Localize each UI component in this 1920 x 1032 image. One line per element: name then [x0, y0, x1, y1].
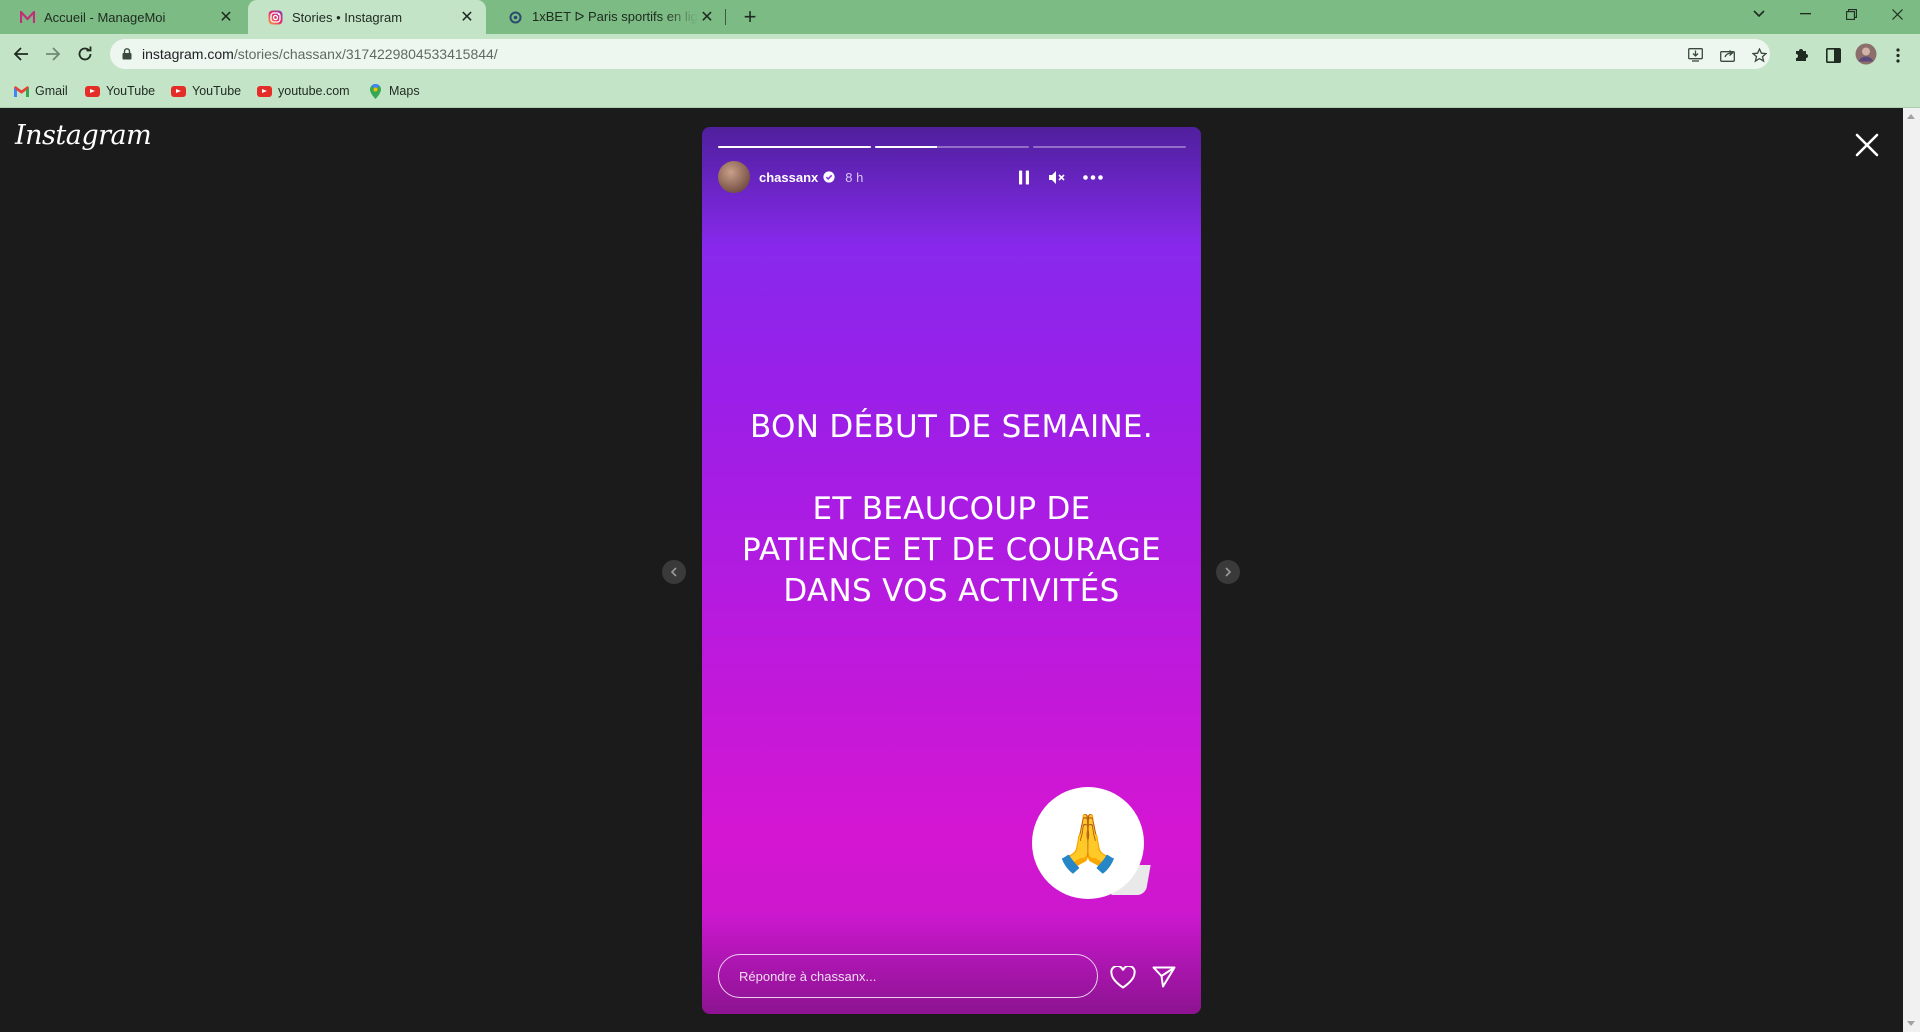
pause-button[interactable] — [1013, 166, 1035, 188]
bookmark-youtube[interactable]: YouTube — [84, 81, 155, 101]
bookmark-maps[interactable]: Maps — [367, 81, 420, 101]
story-card[interactable]: chassanx 8 h BON DÉBUT DE SEMAINE. ET BE… — [702, 127, 1201, 1014]
instagram-icon — [268, 10, 283, 25]
reload-icon[interactable] — [71, 40, 99, 68]
like-button[interactable] — [1109, 963, 1137, 991]
reply-field[interactable] — [718, 954, 1098, 998]
more-options-button[interactable] — [1080, 166, 1106, 188]
tab-instagram-stories[interactable]: Stories • Instagram ✕ — [248, 0, 486, 34]
chevron-right-icon — [1225, 567, 1232, 577]
bookmarks-bar: Gmail YouTube YouTube youtube.com Maps — [0, 74, 1920, 108]
pause-icon — [1019, 170, 1029, 184]
praying-hands-emoji: 🙏 — [1032, 787, 1144, 899]
story-progress-bar — [718, 146, 1186, 148]
forward-arrow-icon[interactable] — [39, 40, 67, 68]
close-tab-icon[interactable]: ✕ — [698, 8, 716, 26]
muted-speaker-icon — [1049, 170, 1065, 184]
restore-icon[interactable] — [1828, 0, 1874, 28]
story-text-line2: ET BEAUCOUP DE PATIENCE ET DE COURAGE DA… — [741, 491, 1162, 609]
close-tab-icon[interactable]: ✕ — [217, 8, 235, 26]
tab-label: Stories • Instagram — [292, 9, 403, 25]
emoji-sticker: 🙏 — [1032, 787, 1151, 899]
tab-label: Accueil - ManageMoi — [44, 9, 166, 25]
story-user-avatar[interactable] — [718, 161, 750, 193]
progress-segment — [875, 146, 1029, 148]
bookmark-youtube[interactable]: YouTube — [170, 81, 241, 101]
tab-strip: Accueil - ManageMoi ✕ Stories • Instagra… — [0, 0, 1920, 34]
back-arrow-icon[interactable] — [7, 40, 35, 68]
instagram-logo[interactable]: Instagram — [15, 120, 152, 151]
youtube-icon — [84, 85, 100, 97]
maps-icon — [367, 83, 383, 99]
url-text: instagram.com/stories/chassanx/317422980… — [142, 46, 498, 62]
progress-segment — [718, 146, 872, 148]
more-horizontal-icon — [1083, 174, 1103, 180]
share-story-button[interactable] — [1150, 963, 1178, 991]
close-tab-icon[interactable]: ✕ — [458, 8, 476, 26]
share-icon[interactable] — [1718, 46, 1736, 64]
send-paper-plane-icon — [1152, 966, 1176, 988]
tab-separator — [725, 9, 726, 25]
bookmark-youtube-com[interactable]: youtube.com — [256, 81, 350, 101]
previous-story-button[interactable] — [662, 560, 686, 584]
chrome-menu-icon[interactable] — [1888, 45, 1908, 65]
story-timestamp: 8 h — [845, 169, 864, 185]
browser-toolbar: instagram.com/stories/chassanx/317422980… — [0, 34, 1920, 74]
scroll-down-icon[interactable] — [1907, 1021, 1915, 1026]
address-bar[interactable]: instagram.com/stories/chassanx/317422980… — [110, 39, 1770, 69]
tab-1xbet[interactable]: 1xBET ᐅ Paris sportifs en ligne ᐅ ✕ — [488, 0, 726, 34]
reply-input[interactable] — [739, 968, 1097, 984]
extensions-puzzle-icon[interactable] — [1791, 45, 1811, 65]
1xbet-icon — [508, 10, 523, 25]
side-panel-icon[interactable] — [1823, 45, 1843, 65]
chevron-left-icon — [670, 567, 677, 577]
lock-icon[interactable] — [122, 48, 132, 60]
new-tab-button[interactable]: + — [736, 3, 764, 31]
managemoi-m-icon — [20, 10, 35, 25]
mute-button[interactable] — [1046, 166, 1068, 188]
page-scrollbar[interactable] — [1903, 108, 1920, 1032]
youtube-icon — [170, 85, 186, 97]
progress-segment — [1032, 146, 1186, 148]
story-text-line1: BON DÉBUT DE SEMAINE. — [750, 409, 1153, 445]
bookmark-gmail[interactable]: Gmail — [13, 81, 68, 101]
bookmark-star-icon[interactable] — [1750, 46, 1768, 64]
gmail-icon — [13, 85, 29, 97]
heart-icon — [1110, 965, 1136, 989]
tab-label: 1xBET ᐅ Paris sportifs en ligne ᐅ — [532, 9, 698, 24]
story-username[interactable]: chassanx — [759, 170, 818, 185]
next-story-button[interactable] — [1216, 560, 1240, 584]
tab-search-icon[interactable] — [1736, 0, 1782, 28]
close-icon — [1855, 133, 1879, 157]
scroll-up-icon[interactable] — [1907, 114, 1915, 119]
install-app-icon[interactable] — [1686, 46, 1704, 64]
profile-avatar[interactable] — [1854, 42, 1878, 66]
minimize-icon[interactable] — [1782, 0, 1828, 28]
close-story-button[interactable] — [1850, 128, 1884, 162]
tab-managemoi[interactable]: Accueil - ManageMoi ✕ — [0, 0, 245, 34]
youtube-icon — [256, 85, 272, 97]
close-window-icon[interactable] — [1874, 0, 1920, 28]
story-header: chassanx 8 h — [718, 160, 1186, 194]
verified-badge-icon — [823, 171, 835, 183]
